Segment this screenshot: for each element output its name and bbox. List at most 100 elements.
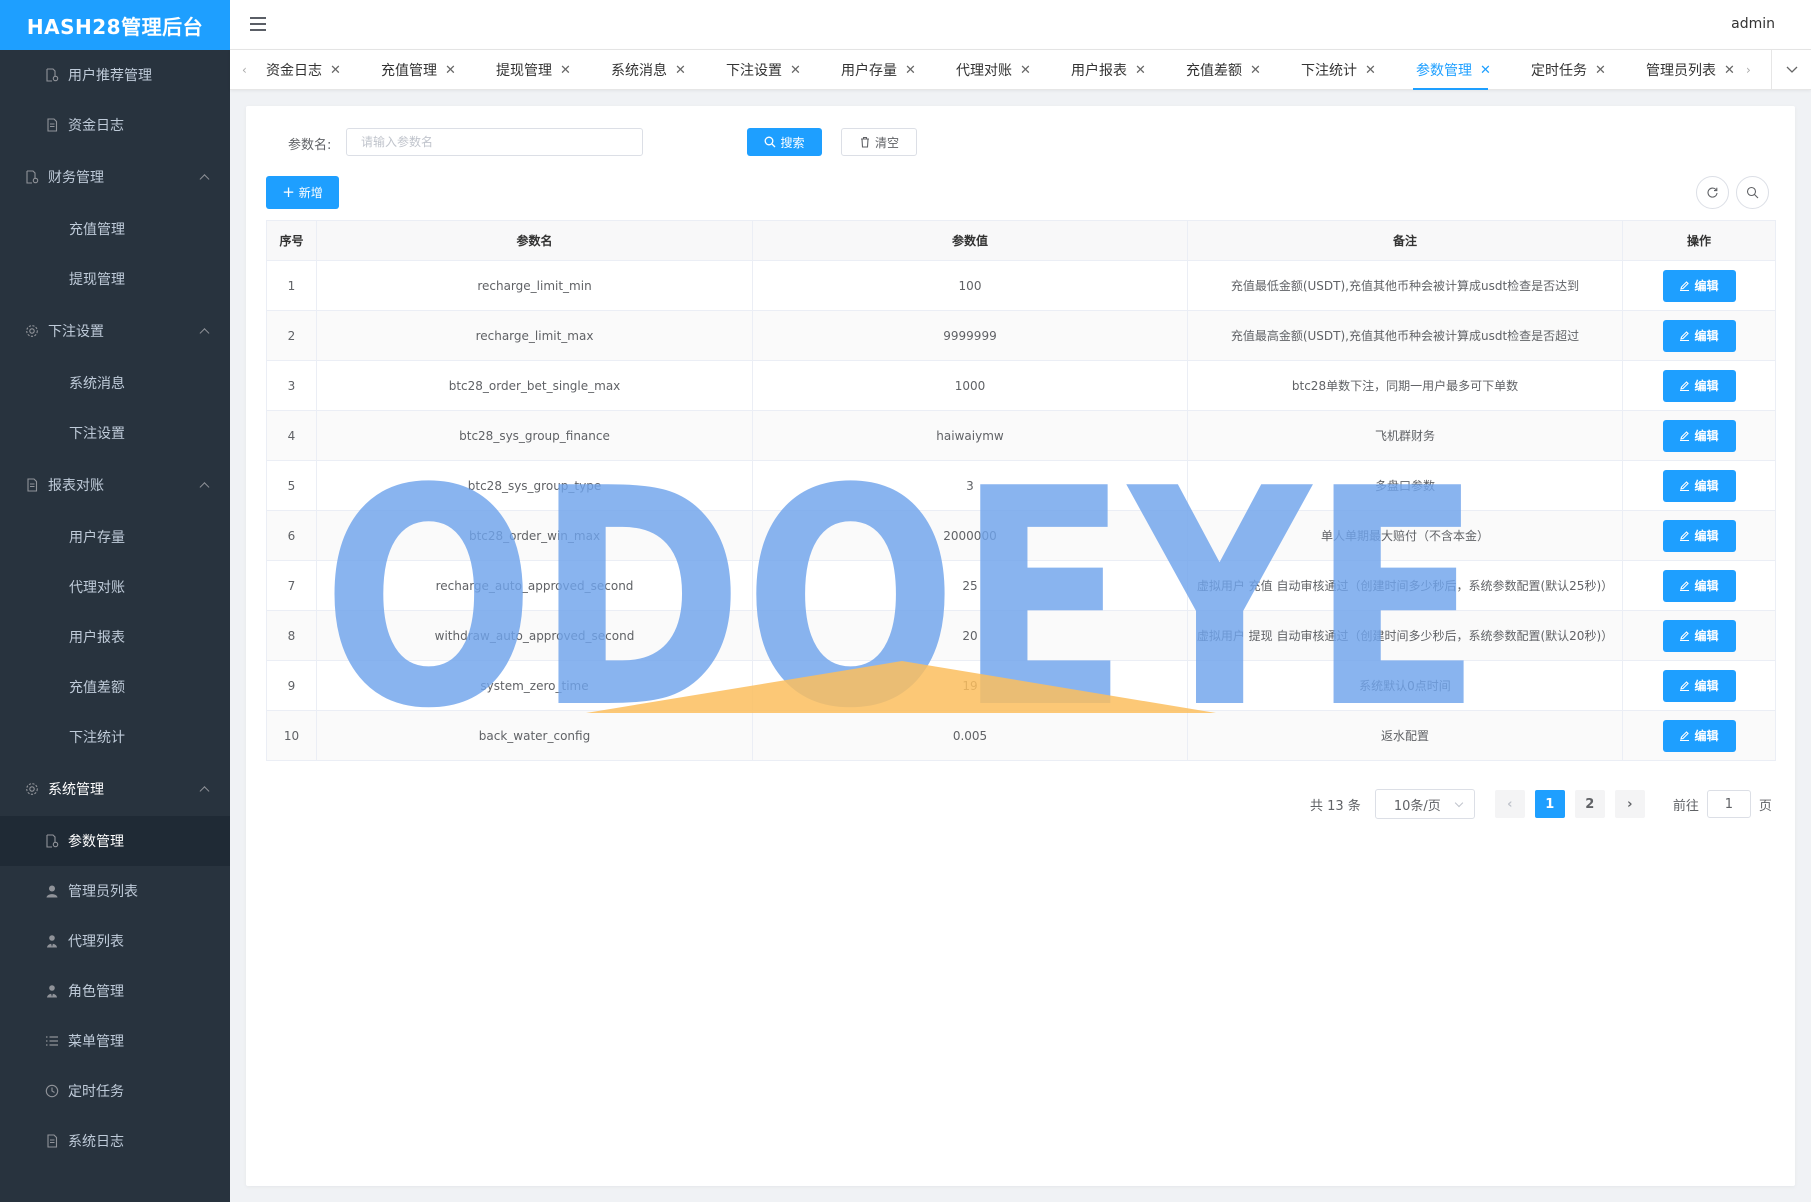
refresh-button[interactable] xyxy=(1696,176,1729,209)
hamburger-menu-icon[interactable] xyxy=(250,17,266,31)
search-button[interactable]: 搜索 xyxy=(747,128,822,156)
sidebar-item-4[interactable]: 提现管理 xyxy=(0,254,230,304)
close-icon[interactable]: ✕ xyxy=(445,63,456,78)
tab-3[interactable]: 系统消息 ✕ xyxy=(611,50,726,90)
sidebar-item-10[interactable]: 代理对账 xyxy=(0,562,230,612)
trash-icon xyxy=(860,136,869,148)
edit-button[interactable]: 编辑 xyxy=(1662,469,1736,502)
edit-button[interactable]: 编辑 xyxy=(1662,719,1736,752)
page-button-1[interactable]: 1 xyxy=(1534,790,1565,818)
edit-icon xyxy=(1680,531,1690,541)
tab-12[interactable]: 管理员列表 ✕ xyxy=(1646,50,1761,90)
sidebar-item-9[interactable]: 用户存量 xyxy=(0,512,230,562)
cell-index: 8 xyxy=(266,610,317,661)
sidebar-item-19[interactable]: 菜单管理 xyxy=(0,1016,230,1066)
cell-index: 4 xyxy=(266,410,317,461)
close-icon[interactable]: ✕ xyxy=(790,63,801,78)
goto-page-input[interactable] xyxy=(1706,790,1751,818)
sidebar-item-0[interactable]: 用户推荐管理 xyxy=(0,50,230,100)
param-name-search-input[interactable] xyxy=(346,128,643,156)
close-icon[interactable]: ✕ xyxy=(1020,63,1031,78)
close-icon[interactable]: ✕ xyxy=(1135,63,1146,78)
edit-button-label: 编辑 xyxy=(1694,579,1719,593)
close-icon[interactable]: ✕ xyxy=(1480,63,1491,78)
sidebar-item-18[interactable]: 角色管理 xyxy=(0,966,230,1016)
close-icon[interactable]: ✕ xyxy=(1250,63,1261,78)
prev-page-button[interactable]: ‹ xyxy=(1494,790,1525,818)
tab-8[interactable]: 充值差额 ✕ xyxy=(1186,50,1301,90)
tab-6[interactable]: 代理对账 ✕ xyxy=(956,50,1071,90)
sidebar-item-12[interactable]: 充值差额 xyxy=(0,662,230,712)
sidebar-item-1[interactable]: 资金日志 xyxy=(0,100,230,150)
cell-actions: 编辑 xyxy=(1622,510,1776,561)
doc-icon xyxy=(44,1133,60,1149)
sidebar-item-3[interactable]: 充值管理 xyxy=(0,204,230,254)
search-icon xyxy=(1746,186,1759,199)
sidebar-item-label: 定时任务 xyxy=(68,1084,124,1100)
app-logo[interactable]: HASH28管理后台 xyxy=(0,0,230,50)
tab-label: 资金日志 xyxy=(266,63,322,79)
cell-param-value: 1000 xyxy=(752,360,1188,411)
page-button-2[interactable]: 2 xyxy=(1574,790,1605,818)
edit-button[interactable]: 编辑 xyxy=(1662,269,1736,302)
close-icon[interactable]: ✕ xyxy=(1365,63,1376,78)
cell-param-name: recharge_limit_max xyxy=(316,310,753,361)
edit-button[interactable]: 编辑 xyxy=(1662,419,1736,452)
col-header-param-name: 参数名 xyxy=(316,220,753,261)
tab-label: 充值差额 xyxy=(1186,63,1242,79)
close-icon[interactable]: ✕ xyxy=(560,63,571,78)
edit-button-label: 编辑 xyxy=(1694,379,1719,393)
tab-bar: ‹ 资金日志 ✕ 充值管理 ✕ 提现管理 ✕ 系统消息 ✕ 下注设置 ✕ 用户存量 ✕ 代理对账 ✕ 用户报… xyxy=(230,50,1811,90)
tab-more-dropdown-icon[interactable] xyxy=(1771,50,1811,90)
tab-scroll-right-icon[interactable]: › xyxy=(1746,63,1751,77)
sidebar-item-21[interactable]: 系统日志 xyxy=(0,1116,230,1166)
cell-actions: 编辑 xyxy=(1622,460,1776,511)
edit-button[interactable]: 编辑 xyxy=(1662,569,1736,602)
tab-scroll-left-icon[interactable]: ‹ xyxy=(242,63,247,77)
sidebar-item-5[interactable]: 下注设置 xyxy=(0,304,230,358)
sidebar-item-16[interactable]: 管理员列表 xyxy=(0,866,230,916)
tab-0[interactable]: 资金日志 ✕ xyxy=(266,50,381,90)
sidebar-item-17[interactable]: 代理列表 xyxy=(0,916,230,966)
sidebar-item-8[interactable]: 报表对账 xyxy=(0,458,230,512)
cell-remark: 充值最低金额(USDT),充值其他币种会被计算成usdt检查是否达到 xyxy=(1187,260,1623,311)
close-icon[interactable]: ✕ xyxy=(675,63,686,78)
add-button-label: 新增 xyxy=(298,186,323,200)
tab-11[interactable]: 定时任务 ✕ xyxy=(1531,50,1646,90)
sidebar-item-14[interactable]: 系统管理 xyxy=(0,762,230,816)
edit-button[interactable]: 编辑 xyxy=(1662,369,1736,402)
params-table: 序号 参数名 参数值 备注 操作 1 recharge_limit_min 100 充… xyxy=(266,220,1776,761)
sidebar-item-13[interactable]: 下注统计 xyxy=(0,712,230,762)
edit-button[interactable]: 编辑 xyxy=(1662,619,1736,652)
tab-5[interactable]: 用户存量 ✕ xyxy=(841,50,956,90)
next-page-button[interactable]: › xyxy=(1614,790,1645,818)
add-button[interactable]: + 新增 xyxy=(266,176,339,209)
tab-10[interactable]: 参数管理 ✕ xyxy=(1413,50,1531,90)
edit-button[interactable]: 编辑 xyxy=(1662,319,1736,352)
sidebar-item-2[interactable]: 财务管理 xyxy=(0,150,230,204)
col-header-index: 序号 xyxy=(266,220,317,261)
cell-actions: 编辑 xyxy=(1622,410,1776,461)
close-icon[interactable]: ✕ xyxy=(1595,63,1606,78)
edit-button[interactable]: 编辑 xyxy=(1662,519,1736,552)
tab-2[interactable]: 提现管理 ✕ xyxy=(496,50,611,90)
tab-1[interactable]: 充值管理 ✕ xyxy=(381,50,496,90)
user-menu[interactable]: admin xyxy=(1731,16,1775,32)
close-icon[interactable]: ✕ xyxy=(330,63,341,78)
close-icon[interactable]: ✕ xyxy=(1724,63,1735,78)
close-icon[interactable]: ✕ xyxy=(905,63,916,78)
tab-7[interactable]: 用户报表 ✕ xyxy=(1071,50,1186,90)
sidebar-item-20[interactable]: 定时任务 xyxy=(0,1066,230,1116)
sidebar-item-6[interactable]: 系统消息 xyxy=(0,358,230,408)
sidebar-item-11[interactable]: 用户报表 xyxy=(0,612,230,662)
cell-index: 2 xyxy=(266,310,317,361)
edit-button[interactable]: 编辑 xyxy=(1662,669,1736,702)
tab-9[interactable]: 下注统计 ✕ xyxy=(1301,50,1416,90)
sidebar-item-15[interactable]: 参数管理 xyxy=(0,816,230,866)
toggle-search-button[interactable] xyxy=(1736,176,1769,209)
page-size-select[interactable]: 10条/页 xyxy=(1374,789,1475,819)
tab-label: 下注统计 xyxy=(1301,63,1357,79)
sidebar-item-7[interactable]: 下注设置 xyxy=(0,408,230,458)
clear-button[interactable]: 清空 xyxy=(841,128,917,156)
tab-4[interactable]: 下注设置 ✕ xyxy=(726,50,841,90)
